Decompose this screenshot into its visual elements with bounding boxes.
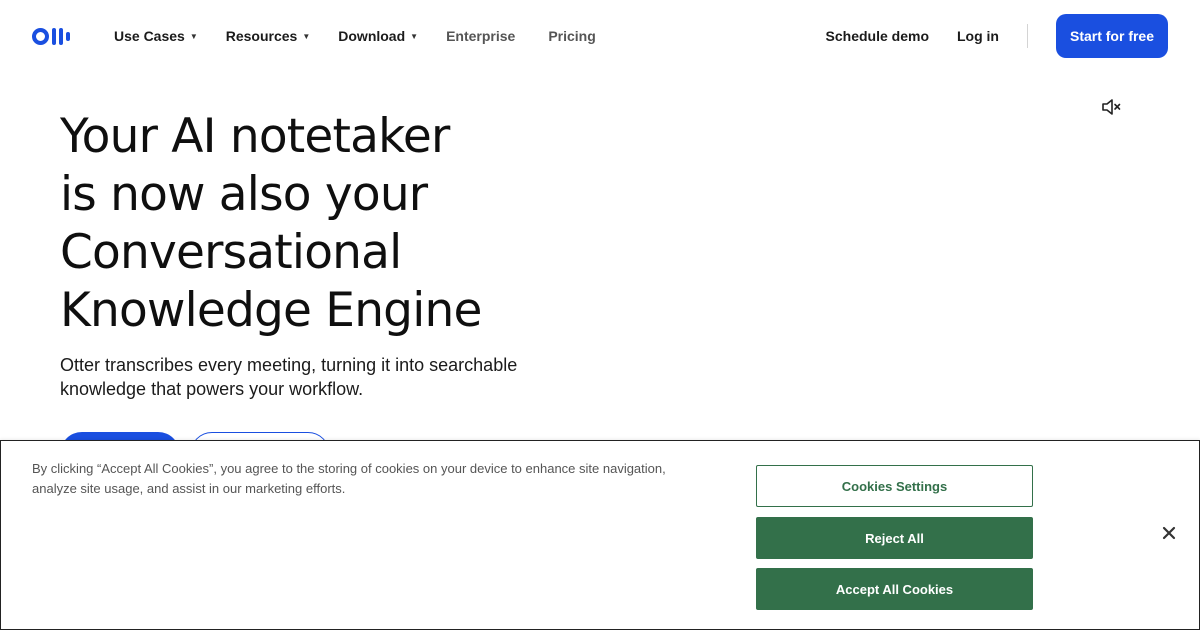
nav-item-label: Download	[338, 28, 406, 44]
header-divider	[1027, 24, 1028, 48]
close-icon[interactable]	[1159, 523, 1179, 543]
hero-subtitle-line: Otter transcribes every meeting, turning…	[60, 355, 518, 375]
hero-title-line: Knowledge Engine	[60, 283, 482, 338]
cookies-settings-button[interactable]: Cookies Settings	[756, 465, 1033, 507]
nav-item-label: Pricing	[548, 28, 596, 44]
reject-all-button[interactable]: Reject All	[756, 517, 1033, 559]
nav-item-label: Enterprise	[446, 28, 516, 44]
nav-use-cases[interactable]: Use Cases ▼	[114, 28, 198, 44]
logo-bar	[52, 28, 56, 45]
logo-ring	[32, 28, 49, 45]
hero-title-line: is now also your	[60, 167, 428, 222]
main-nav: Use Cases ▼ Resources ▼ Download ▼ Enter…	[114, 0, 596, 72]
cookie-consent-text: By clicking “Accept All Cookies”, you ag…	[32, 459, 712, 499]
cookie-consent-banner: By clicking “Accept All Cookies”, you ag…	[0, 440, 1200, 630]
hero-title-line: Conversational	[60, 225, 402, 280]
hero-title: Your AI notetaker is now also your Conve…	[60, 108, 680, 340]
login-link[interactable]: Log in	[957, 28, 999, 44]
logo-bar	[66, 32, 70, 41]
accept-all-cookies-button[interactable]: Accept All Cookies	[756, 568, 1033, 610]
chevron-down-icon: ▼	[302, 31, 311, 41]
hero-subtitle: Otter transcribes every meeting, turning…	[60, 353, 580, 401]
logo-bar	[59, 28, 63, 45]
nav-enterprise[interactable]: Enterprise	[446, 28, 515, 44]
speaker-muted-icon[interactable]	[1101, 98, 1121, 116]
nav-item-label: Resources	[225, 28, 298, 44]
chevron-down-icon: ▼	[189, 31, 198, 41]
site-header: Use Cases ▼ Resources ▼ Download ▼ Enter…	[0, 0, 1200, 72]
hero-title-line: Your AI notetaker	[60, 109, 450, 164]
nav-item-label: Use Cases	[114, 28, 185, 44]
cookie-text-line: By clicking “Accept All Cookies”, you ag…	[32, 461, 666, 476]
hero-subtitle-line: knowledge that powers your workflow.	[60, 379, 364, 399]
nav-pricing[interactable]: Pricing	[548, 28, 595, 44]
otter-logo-icon[interactable]	[32, 27, 82, 46]
header-actions: Schedule demo Log in Start for free	[826, 0, 1168, 72]
chevron-down-icon: ▼	[410, 31, 419, 41]
nav-download[interactable]: Download ▼	[338, 28, 418, 44]
page: Use Cases ▼ Resources ▼ Download ▼ Enter…	[0, 0, 1200, 630]
nav-resources[interactable]: Resources ▼	[226, 28, 311, 44]
schedule-demo-link[interactable]: Schedule demo	[826, 28, 929, 44]
start-for-free-button[interactable]: Start for free	[1056, 14, 1168, 58]
cookie-text-line: analyze site usage, and assist in our ma…	[32, 481, 346, 496]
